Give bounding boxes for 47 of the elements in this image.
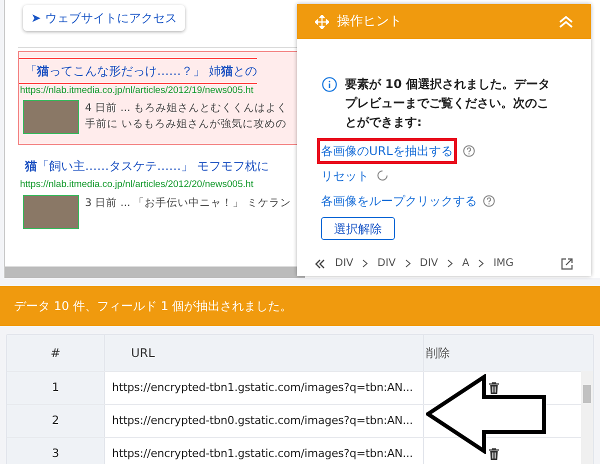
action-link[interactable]: 各画像をループクリックする [321,192,477,210]
result-snippet: 手前に いるもろみ姐さんが強気に攻めの [85,117,288,132]
collapse-icon[interactable] [559,16,573,28]
table-cell: https://encrypted-tbn0.gstatic.com/images?q=tbn:AN... [105,405,424,437]
breadcrumb-item[interactable]: DIV [377,256,396,272]
selection-message: 要素が 10 個選択されました。データプレビューまでご覧ください。次のことができます: [345,76,552,131]
horizontal-scrollbar[interactable] [5,266,305,278]
result-snippet: 3 日前 ... 「お手伝い中ニャ！」 ミケラン [85,196,292,210]
result-title[interactable]: 猫「飼い主……タスケテ……」 モフモフ枕に [19,154,269,178]
breadcrumb-item[interactable]: IMG [493,256,514,272]
column-header: URL [105,335,424,371]
chevron-icon [362,259,368,268]
trash-icon[interactable] [489,448,499,460]
table-cell: 2 [7,405,105,437]
reset-icon[interactable] [377,170,388,181]
action-link[interactable]: リセット [321,166,369,184]
photo-placeholder [23,194,79,228]
column-header: # [7,335,105,371]
table-cell: https://encrypted-tbn1.gstatic.com/images?q=tbn:AN... [105,372,424,404]
photo-placeholder [23,100,79,134]
breadcrumb-item[interactable]: A [462,256,470,272]
table-cell: 1 [7,372,105,404]
table-cell: 3 [7,438,105,464]
panel-title: 操作ヒント [337,12,402,31]
breadcrumb-item[interactable]: DIV [335,256,354,272]
status-text: データ 10 件、フィールド 1 個が抽出されました。 [14,298,292,315]
result-title[interactable]: 「猫ってこんな形だっけ……？」 姉猫との [19,58,257,84]
breadcrumb-item[interactable]: DIV [420,256,438,272]
deselect-button[interactable]: 選択解除 [321,217,395,240]
chevron-icon [478,259,484,268]
table-cell: https://encrypted-tbn1.gstatic.com/images?q=tbn:AN... [105,438,424,464]
trash-icon[interactable] [489,382,499,394]
result-url: https://nlab.itmedia.co.jp/nl/articles/2012/20/news005.ht [19,178,254,192]
help-icon[interactable] [483,194,495,206]
column-header: 削除 [425,345,451,362]
visit-website-button[interactable]: ➤ ウェブサイトにアクセス [23,5,185,31]
result-url: https://nlab.itmedia.co.jp/nl/articles/2012/19/news005.ht [19,84,254,98]
help-icon[interactable] [462,144,475,156]
result-snippet: 4 日前 ... もろみ姐さんとむくくんはよく [85,101,288,116]
vertical-scrollbar[interactable] [581,371,593,464]
info-icon [322,77,337,92]
chevron-icon [404,259,411,268]
action-link[interactable]: 各画像のURLを抽出する [317,138,457,164]
double-chevron-icon[interactable] [315,258,325,269]
external-link-icon[interactable] [561,258,573,270]
chevron-icon [447,259,454,268]
move-icon[interactable] [315,14,329,28]
